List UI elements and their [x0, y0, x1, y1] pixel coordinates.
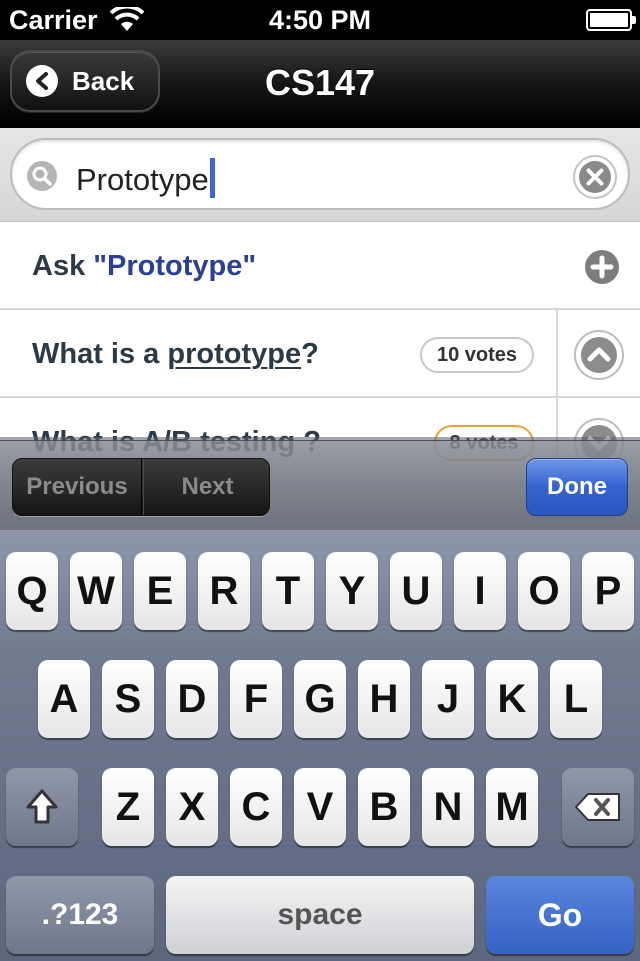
status-bar: Carrier 4:50 PM [0, 0, 640, 40]
key-c[interactable]: C [230, 768, 282, 846]
key-n[interactable]: N [422, 768, 474, 846]
key-h[interactable]: H [358, 660, 410, 738]
key-k[interactable]: K [486, 660, 538, 738]
key-z[interactable]: Z [102, 768, 154, 846]
question-text-before: What is a [32, 338, 168, 370]
space-key[interactable]: space [166, 876, 474, 954]
navigation-bar: Back CS147 [0, 40, 640, 128]
upvote-icon[interactable] [574, 330, 624, 380]
delete-icon [575, 793, 620, 821]
key-u[interactable]: U [390, 552, 442, 630]
vote-cell [556, 310, 640, 396]
question-keyword: prototype [167, 338, 302, 370]
key-y[interactable]: Y [326, 552, 378, 630]
shift-icon [26, 789, 58, 824]
next-button[interactable]: Next [143, 459, 269, 515]
question-row[interactable]: What is a prototype? 10 votes [0, 310, 640, 398]
key-x[interactable]: X [166, 768, 218, 846]
search-text: Prototype [76, 158, 215, 198]
keyboard: Q W E R T Y U I O P A S D F G H J K L Z … [0, 530, 640, 961]
key-f[interactable]: F [230, 660, 282, 738]
key-j[interactable]: J [422, 660, 474, 738]
go-key[interactable]: Go [486, 876, 634, 954]
key-i[interactable]: I [454, 552, 506, 630]
numbers-key[interactable]: .?123 [6, 876, 154, 954]
search-value: Prototype [76, 162, 209, 197]
previous-button[interactable]: Previous [13, 459, 142, 515]
key-q[interactable]: Q [6, 552, 58, 630]
question-text: What is a prototype? [32, 338, 319, 371]
key-v[interactable]: V [294, 768, 346, 846]
search-bar: Prototype [0, 128, 640, 222]
delete-key[interactable] [562, 768, 634, 846]
key-d[interactable]: D [166, 660, 218, 738]
plus-icon[interactable] [584, 249, 620, 285]
key-a[interactable]: A [38, 660, 90, 738]
ask-query: "Prototype" [93, 250, 257, 282]
previous-next-control: Previous Next [12, 458, 270, 516]
clock: 4:50 PM [268, 5, 372, 35]
page-title: CS147 [264, 62, 376, 103]
question-text-after: ? [301, 338, 319, 370]
key-m[interactable]: M [486, 768, 538, 846]
key-t[interactable]: T [262, 552, 314, 630]
clear-icon[interactable] [572, 154, 618, 200]
ask-prefix: Ask [32, 250, 94, 282]
key-g[interactable]: G [294, 660, 346, 738]
key-w[interactable]: W [70, 552, 122, 630]
key-r[interactable]: R [198, 552, 250, 630]
key-o[interactable]: O [518, 552, 570, 630]
ask-text: Ask "Prototype" [32, 250, 256, 283]
text-caret [209, 158, 215, 198]
key-e[interactable]: E [134, 552, 186, 630]
key-b[interactable]: B [358, 768, 410, 846]
search-icon [27, 161, 57, 191]
battery-icon [586, 9, 636, 31]
ask-question-row[interactable]: Ask "Prototype" [0, 222, 640, 310]
done-button[interactable]: Done [526, 458, 628, 516]
vote-count-badge: 10 votes [420, 337, 534, 373]
keyboard-accessory-bar: Previous Next Done [0, 440, 640, 530]
key-s[interactable]: S [102, 660, 154, 738]
shift-key[interactable] [6, 768, 78, 846]
search-input[interactable]: Prototype [10, 138, 630, 210]
key-l[interactable]: L [550, 660, 602, 738]
key-p[interactable]: P [582, 552, 634, 630]
